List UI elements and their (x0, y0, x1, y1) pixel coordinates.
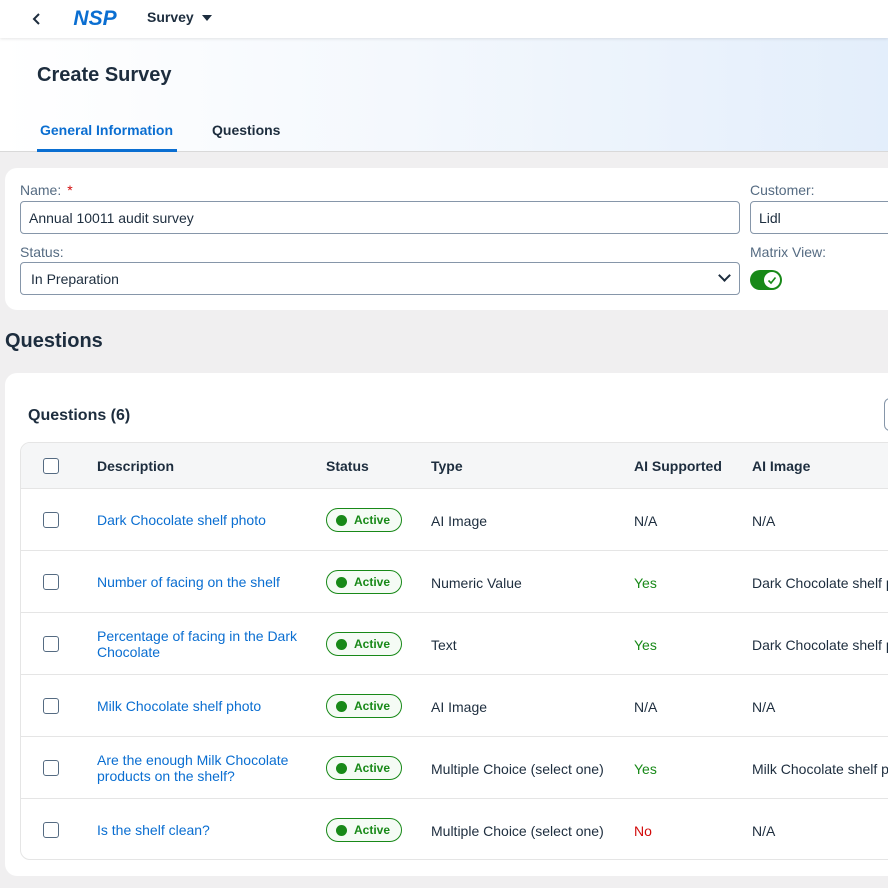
status-dot-icon (336, 762, 347, 774)
question-description-link[interactable]: Number of facing on the shelf (97, 574, 312, 590)
row-checkbox[interactable] (43, 636, 59, 652)
table-header: Description Status Type AI Supported AI … (21, 443, 888, 489)
svg-text:NSP: NSP (73, 8, 117, 28)
status-badge: Active (326, 756, 402, 780)
question-type: Numeric Value (431, 575, 522, 591)
row-checkbox[interactable] (43, 574, 59, 590)
question-description-link[interactable]: Is the shelf clean? (97, 822, 312, 838)
question-type: Multiple Choice (select one) (431, 761, 604, 777)
question-description-link[interactable]: Milk Chocolate shelf photo (97, 698, 312, 714)
question-type: Multiple Choice (select one) (431, 823, 604, 839)
ai-image-value: N/A (752, 513, 776, 529)
name-label: Name: * (20, 182, 73, 198)
ai-image-value: N/A (752, 823, 776, 839)
table-title: Questions (6) (28, 407, 131, 424)
customer-label: Customer: (750, 182, 815, 198)
ai-supported-value: Yes (634, 575, 657, 591)
questions-table: Description Status Type AI Supported AI … (20, 442, 888, 860)
table-row[interactable]: Is the shelf clean? Active Multiple Choi… (21, 799, 888, 859)
column-ai-image: AI Image (752, 458, 811, 474)
page-title: Create Survey (37, 64, 172, 86)
status-badge: Active (326, 632, 402, 656)
check-icon (767, 276, 777, 285)
ai-image-value: N/A (752, 699, 776, 715)
status-badge: Active (326, 508, 402, 532)
status-select-value: In Preparation (31, 270, 119, 287)
tab-questions[interactable]: Questions (212, 122, 280, 152)
row-checkbox[interactable] (43, 822, 59, 838)
customer-input[interactable]: Lidl (750, 201, 888, 234)
question-description-link[interactable]: Dark Chocolate shelf photo (97, 512, 312, 528)
switch-knob (764, 272, 780, 288)
table-row[interactable]: Number of facing on the shelf Active Num… (21, 551, 888, 613)
question-type: AI Image (431, 513, 488, 529)
ai-supported-value: Yes (634, 761, 657, 777)
name-input[interactable]: Annual 10011 audit survey (20, 201, 740, 234)
ai-image-value: Dark Chocolate shelf p (752, 575, 888, 591)
matrix-view-switch[interactable] (750, 270, 782, 290)
app-title: Survey (147, 9, 194, 25)
questions-section-title: Questions (5, 330, 103, 352)
matrix-view-label: Matrix View: (750, 244, 826, 260)
column-description: Description (97, 458, 175, 474)
row-checkbox[interactable] (43, 760, 59, 776)
question-description-link[interactable]: Percentage of facing in the Dark Chocola… (97, 628, 312, 660)
status-badge: Active (326, 818, 402, 842)
status-dot-icon (336, 700, 347, 712)
ai-supported-value: No (634, 823, 652, 839)
table-row[interactable]: Are the enough Milk Chocolate products o… (21, 737, 888, 799)
status-dot-icon (336, 514, 347, 526)
caret-down-icon (201, 14, 212, 21)
ai-supported-value: Yes (634, 637, 657, 653)
ai-image-value: Dark Chocolate shelf p (752, 637, 888, 653)
status-badge: Active (326, 694, 402, 718)
page-header: Create Survey General Information Questi… (0, 38, 888, 152)
general-information-card: Name: * Annual 10011 audit survey Custome… (5, 168, 888, 310)
back-button[interactable] (27, 9, 47, 29)
status-dot-icon (336, 576, 347, 588)
status-badge: Active (326, 570, 402, 594)
chevron-down-icon (718, 269, 731, 282)
table-toolbar-button[interactable] (884, 398, 888, 431)
row-checkbox[interactable] (43, 512, 59, 528)
select-all-checkbox[interactable] (43, 458, 59, 474)
question-type: AI Image (431, 699, 488, 715)
status-dot-icon (336, 824, 347, 836)
column-type: Type (431, 458, 463, 474)
column-status: Status (326, 458, 369, 474)
status-select[interactable]: In Preparation (20, 262, 740, 295)
app-title-menu[interactable]: Survey (147, 9, 212, 25)
ai-supported-value: N/A (634, 513, 658, 529)
table-row[interactable]: Percentage of facing in the Dark Chocola… (21, 613, 888, 675)
table-row[interactable]: Milk Chocolate shelf photo Active AI Ima… (21, 675, 888, 737)
ai-supported-value: N/A (634, 699, 658, 715)
questions-card: Questions (6) Description Status Type AI… (5, 373, 888, 876)
status-label: Status: (20, 244, 64, 260)
column-ai-supported: AI Supported (634, 458, 722, 474)
shell-bar: NSP Survey (0, 0, 888, 38)
question-type: Text (431, 637, 457, 653)
tab-general-information[interactable]: General Information (37, 122, 177, 152)
nsp-logo: NSP (73, 8, 117, 28)
chevron-left-icon (32, 13, 40, 25)
required-mark: * (67, 182, 73, 198)
ai-image-value: Milk Chocolate shelf p (752, 761, 888, 777)
question-description-link[interactable]: Are the enough Milk Chocolate products o… (97, 752, 312, 784)
table-row[interactable]: Dark Chocolate shelf photo Active AI Ima… (21, 489, 888, 551)
row-checkbox[interactable] (43, 698, 59, 714)
status-dot-icon (336, 638, 347, 650)
